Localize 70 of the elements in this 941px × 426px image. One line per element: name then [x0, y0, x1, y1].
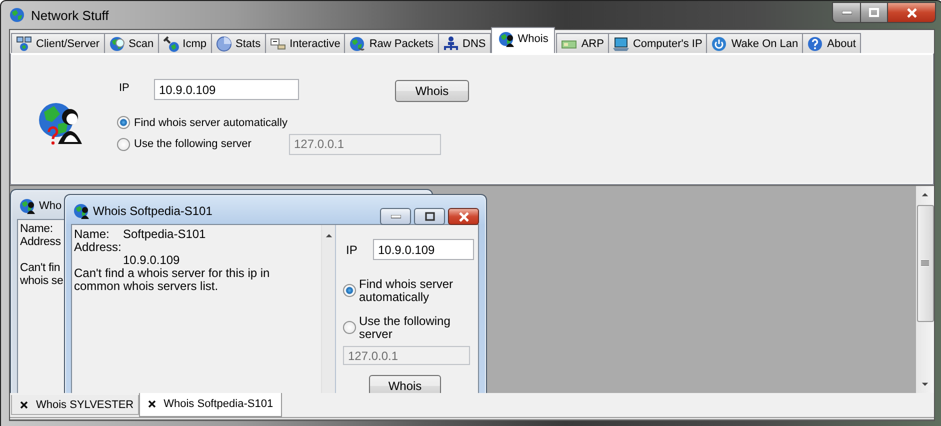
tab[interactable]: Scan	[104, 33, 159, 53]
close-icon	[906, 8, 918, 18]
output-label: Address:	[74, 241, 122, 254]
radio-label[interactable]: Find whois server automatically	[134, 116, 288, 128]
terminal-icon	[270, 36, 286, 52]
power-icon	[711, 36, 728, 52]
tab[interactable]: Computer's IP	[608, 33, 708, 53]
network-tree-icon	[442, 36, 459, 52]
ip-label: IP	[345, 242, 358, 257]
tab[interactable]: About	[802, 33, 861, 53]
scrollbar[interactable]	[321, 225, 335, 393]
output-text: Can't fin	[20, 262, 60, 275]
document-tab[interactable]: Whois Softpedia-S101	[138, 393, 282, 417]
globe-icon	[349, 36, 366, 52]
tab[interactable]: DNS	[438, 33, 491, 53]
radio-label[interactable]: Find whois server automatically	[359, 278, 471, 304]
whois-button[interactable]: Whois	[369, 375, 441, 393]
maximize-icon	[424, 212, 434, 221]
maximize-icon	[869, 8, 879, 17]
output-value: 10.9.0.109	[123, 254, 180, 267]
output-label: Name:	[74, 228, 110, 241]
radio-label[interactable]: Use the following server	[134, 138, 285, 150]
tab[interactable]: Client/Server	[11, 33, 105, 53]
close-icon	[458, 212, 470, 222]
close-button[interactable]	[888, 2, 936, 23]
output-value: Softpedia-S101	[123, 228, 206, 241]
close-icon	[146, 398, 158, 410]
tab[interactable]: Icmp	[158, 33, 212, 53]
globe-person-icon	[19, 198, 35, 214]
close-button[interactable]	[448, 208, 479, 225]
window-title: Who	[39, 200, 62, 212]
help-icon	[807, 36, 824, 52]
radio-button[interactable]	[117, 116, 130, 129]
satellite-icon	[162, 36, 179, 52]
radio-button[interactable]	[117, 138, 130, 150]
output-text: whois se	[20, 275, 64, 288]
laptop-icon	[612, 36, 629, 52]
tab[interactable]: ARP	[556, 33, 609, 53]
globe-person-icon	[498, 31, 514, 47]
scroll-thumb[interactable]	[916, 205, 934, 322]
maximize-button[interactable]	[414, 208, 445, 225]
pie-chart-icon	[216, 36, 232, 52]
output-text: Address	[20, 236, 61, 249]
ip-label: IP	[118, 81, 130, 94]
maximize-button[interactable]	[861, 2, 888, 23]
close-icon	[18, 398, 30, 410]
tab[interactable]: Interactive	[264, 33, 346, 53]
tab[interactable]: Stats	[210, 33, 266, 53]
minimize-button[interactable]	[380, 208, 411, 225]
scrollbar[interactable]	[916, 186, 934, 393]
tab[interactable]: Whois	[490, 27, 556, 53]
radio-button[interactable]	[343, 284, 356, 297]
globe-icon	[9, 7, 25, 23]
document-tab[interactable]: Whois SYLVESTER	[11, 395, 139, 415]
minimize-button[interactable]	[832, 2, 861, 23]
ip-field[interactable]: 10.9.0.109	[373, 239, 474, 260]
minimize-icon	[842, 10, 852, 14]
window-title: Network Stuff	[31, 8, 109, 22]
output-text: Name:	[20, 223, 53, 236]
tab[interactable]: Raw Packets	[344, 33, 439, 53]
network-icon	[16, 36, 32, 52]
radio-button[interactable]	[343, 321, 356, 334]
whois-button[interactable]: Whois	[395, 80, 469, 102]
globe-icon	[108, 36, 125, 52]
tab[interactable]: Wake On Lan	[706, 33, 804, 53]
window-title: Whois Softpedia-S101	[93, 204, 212, 218]
output-text: Can't find a whois server for this ip in common whois servers list.	[74, 267, 271, 293]
globe-person-icon	[73, 203, 89, 219]
ip-field[interactable]: 10.9.0.109	[154, 79, 299, 100]
radio-label[interactable]: Use the following server	[359, 315, 471, 341]
